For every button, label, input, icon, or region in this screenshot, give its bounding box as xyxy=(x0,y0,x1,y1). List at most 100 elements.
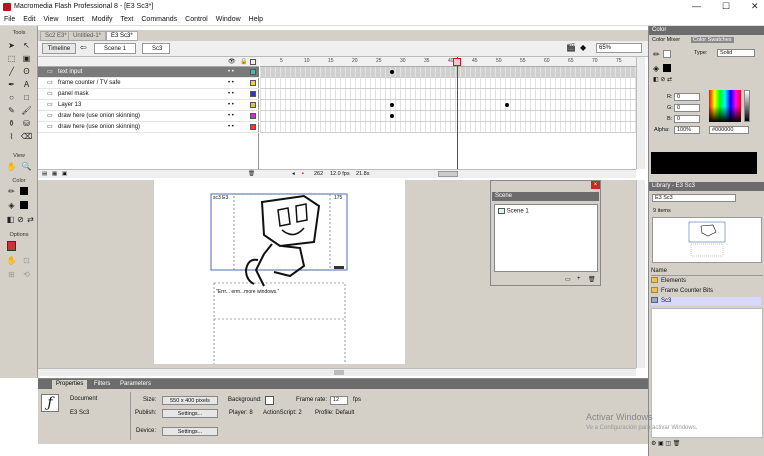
lock-icon[interactable]: 🔒 xyxy=(240,58,247,65)
layer-visibility-dots[interactable]: • • xyxy=(228,100,234,111)
dialogue-caption[interactable]: "Errr... erm...more windows." xyxy=(216,289,279,295)
rectangle-tool-icon[interactable]: □ xyxy=(20,92,33,103)
rotate-icon[interactable]: ⟲ xyxy=(20,269,33,280)
alpha-input[interactable]: 100% xyxy=(674,126,700,134)
color-spectrum[interactable] xyxy=(709,90,741,122)
subselection-tool-icon[interactable]: ↖ xyxy=(20,40,33,51)
hex-input[interactable]: #000000 xyxy=(709,126,749,134)
layer-visibility-dots[interactable]: • • xyxy=(228,78,234,89)
edit-scene-icon[interactable]: 🎬 xyxy=(566,43,576,52)
edit-symbol-icon[interactable]: ◆ xyxy=(580,43,586,52)
timeline-vscroll[interactable] xyxy=(636,57,645,169)
add-scene-icon[interactable]: + xyxy=(577,276,581,282)
layer-outline-swatch[interactable] xyxy=(250,80,256,86)
playhead[interactable] xyxy=(457,57,458,169)
tab-color-mixer[interactable]: Color Mixer xyxy=(652,37,680,43)
tab-parameters[interactable]: Parameters xyxy=(116,380,155,389)
layer-row[interactable]: ▭ panel mask • • xyxy=(38,89,259,100)
layer-row[interactable]: ▭ draw here (use onion skinning) • • xyxy=(38,122,259,133)
menu-window[interactable]: Window xyxy=(212,14,245,23)
hand-tool-icon[interactable]: ✋ xyxy=(5,161,18,172)
tab-color-swatches[interactable]: Color Swatches xyxy=(691,37,734,43)
stage-hscroll-thumb[interactable] xyxy=(334,370,344,375)
scene-panel-header[interactable]: Scene xyxy=(492,192,599,201)
maximize-button[interactable]: ☐ xyxy=(722,1,730,12)
delete-layer-icon[interactable]: 🗑 xyxy=(248,171,255,177)
frame-row[interactable] xyxy=(260,89,636,100)
layer-row[interactable]: ▭ Layer 13 • • xyxy=(38,100,259,111)
delete-scene-icon[interactable]: 🗑 xyxy=(588,276,596,283)
stage-vscroll[interactable] xyxy=(636,180,645,368)
line-tool-icon[interactable]: ╱ xyxy=(5,66,18,77)
add-guide-icon[interactable]: ▦ xyxy=(52,171,57,177)
pen-tool-icon[interactable]: ✒ xyxy=(5,79,18,90)
brush-tool-icon[interactable]: 🖌 xyxy=(20,105,33,116)
onion-skin-icon[interactable]: ▪ xyxy=(302,171,304,177)
layer-outline-swatch[interactable] xyxy=(250,91,256,97)
tab-filters[interactable]: Filters xyxy=(90,380,114,389)
layer-visibility-dots[interactable]: • • xyxy=(228,67,234,78)
size-button[interactable]: 550 x 400 pixels xyxy=(162,396,218,405)
insert-folder-icon[interactable]: ▣ xyxy=(62,171,67,177)
frame-row[interactable] xyxy=(260,122,636,133)
red-input[interactable]: 0 xyxy=(674,93,700,101)
swap-colors-icon[interactable]: ⇄ xyxy=(24,214,37,225)
library-document-select[interactable]: E3 Sc3 xyxy=(652,194,736,202)
insert-layer-icon[interactable]: ▤ xyxy=(42,171,47,177)
library-item-elements[interactable]: Elements xyxy=(651,277,761,286)
layer-row[interactable]: ▭ text input • • xyxy=(38,67,259,78)
symbol-breadcrumb[interactable]: Sc3 xyxy=(142,43,170,54)
frame-row[interactable] xyxy=(260,78,636,89)
layer-name[interactable]: draw here (use onion skinning) xyxy=(58,111,140,122)
fill-type-select[interactable]: Solid xyxy=(717,49,755,57)
menu-commands[interactable]: Commands xyxy=(137,14,181,23)
menu-view[interactable]: View xyxy=(39,14,62,23)
frame-rate-input[interactable]: 12 xyxy=(330,396,348,405)
layer-visibility-dots[interactable]: • • xyxy=(228,89,234,100)
menu-insert[interactable]: Insert xyxy=(62,14,88,23)
library-item-sc3[interactable]: Sc3 xyxy=(651,297,761,306)
layer-visibility-dots[interactable]: • • xyxy=(228,111,234,122)
layer-outline-swatch[interactable] xyxy=(250,69,256,75)
layer-visibility-dots[interactable]: • • xyxy=(228,122,234,133)
library-panel-header[interactable]: Library - E3 Sc3 xyxy=(649,182,764,191)
frame-row[interactable] xyxy=(260,100,636,111)
zoom-select[interactable]: 65% xyxy=(596,43,642,53)
timeline-hscroll-thumb[interactable] xyxy=(438,171,458,177)
keyframe-marker[interactable] xyxy=(390,70,394,74)
scene-breadcrumb[interactable]: Scene 1 xyxy=(94,43,136,54)
scene-list[interactable]: Scene 1 xyxy=(494,204,598,272)
stage-hscroll[interactable] xyxy=(38,368,636,376)
stroke-none-swatch[interactable] xyxy=(663,50,671,58)
library-list-space[interactable] xyxy=(651,308,763,438)
pencil-tool-icon[interactable]: ✎ xyxy=(5,105,18,116)
eraser-icon[interactable]: ⌫ xyxy=(20,131,33,142)
layer-row[interactable]: ▭ frame counter / TV safe • • xyxy=(38,78,259,89)
eyedropper-icon[interactable]: ⌇ xyxy=(5,131,18,142)
zoom-tool-icon[interactable]: 🔍 xyxy=(20,161,33,172)
fill-swatch[interactable] xyxy=(20,201,28,209)
menu-edit[interactable]: Edit xyxy=(19,14,39,23)
library-footer-icons[interactable]: ⚙ ▣ ◫ 🗑 xyxy=(651,440,763,448)
eye-icon[interactable]: 👁 xyxy=(228,58,236,65)
library-name-column[interactable]: Name xyxy=(651,267,763,276)
layer-name[interactable]: frame counter / TV safe xyxy=(58,78,121,89)
menu-text[interactable]: Text xyxy=(117,14,138,23)
stroke-color-icon[interactable]: ✏ xyxy=(653,50,660,59)
tab-untitled-1[interactable]: Untitled-1* xyxy=(68,31,107,41)
outline-icon[interactable] xyxy=(250,59,256,65)
tab-properties[interactable]: Properties xyxy=(52,380,88,389)
timeline-frames[interactable]: 5101520253035404550556065707580 xyxy=(260,57,636,169)
layer-outline-swatch[interactable] xyxy=(250,124,256,130)
tab-sc2-e3[interactable]: Sc2 E3* xyxy=(40,31,72,41)
fill-color-icon[interactable]: ◈ xyxy=(653,64,659,73)
text-tool-icon[interactable]: A xyxy=(20,79,33,90)
timeline-toggle-button[interactable]: Timeline xyxy=(42,43,76,54)
green-input[interactable]: 0 xyxy=(674,104,700,112)
keyframe-marker[interactable] xyxy=(390,114,394,118)
color-panel-header[interactable]: Color xyxy=(649,26,764,35)
menu-modify[interactable]: Modify xyxy=(88,14,117,23)
scale-icon[interactable]: ⊞ xyxy=(5,269,18,280)
keyframe-marker[interactable] xyxy=(390,103,394,107)
layer-name[interactable]: text input xyxy=(58,67,82,78)
